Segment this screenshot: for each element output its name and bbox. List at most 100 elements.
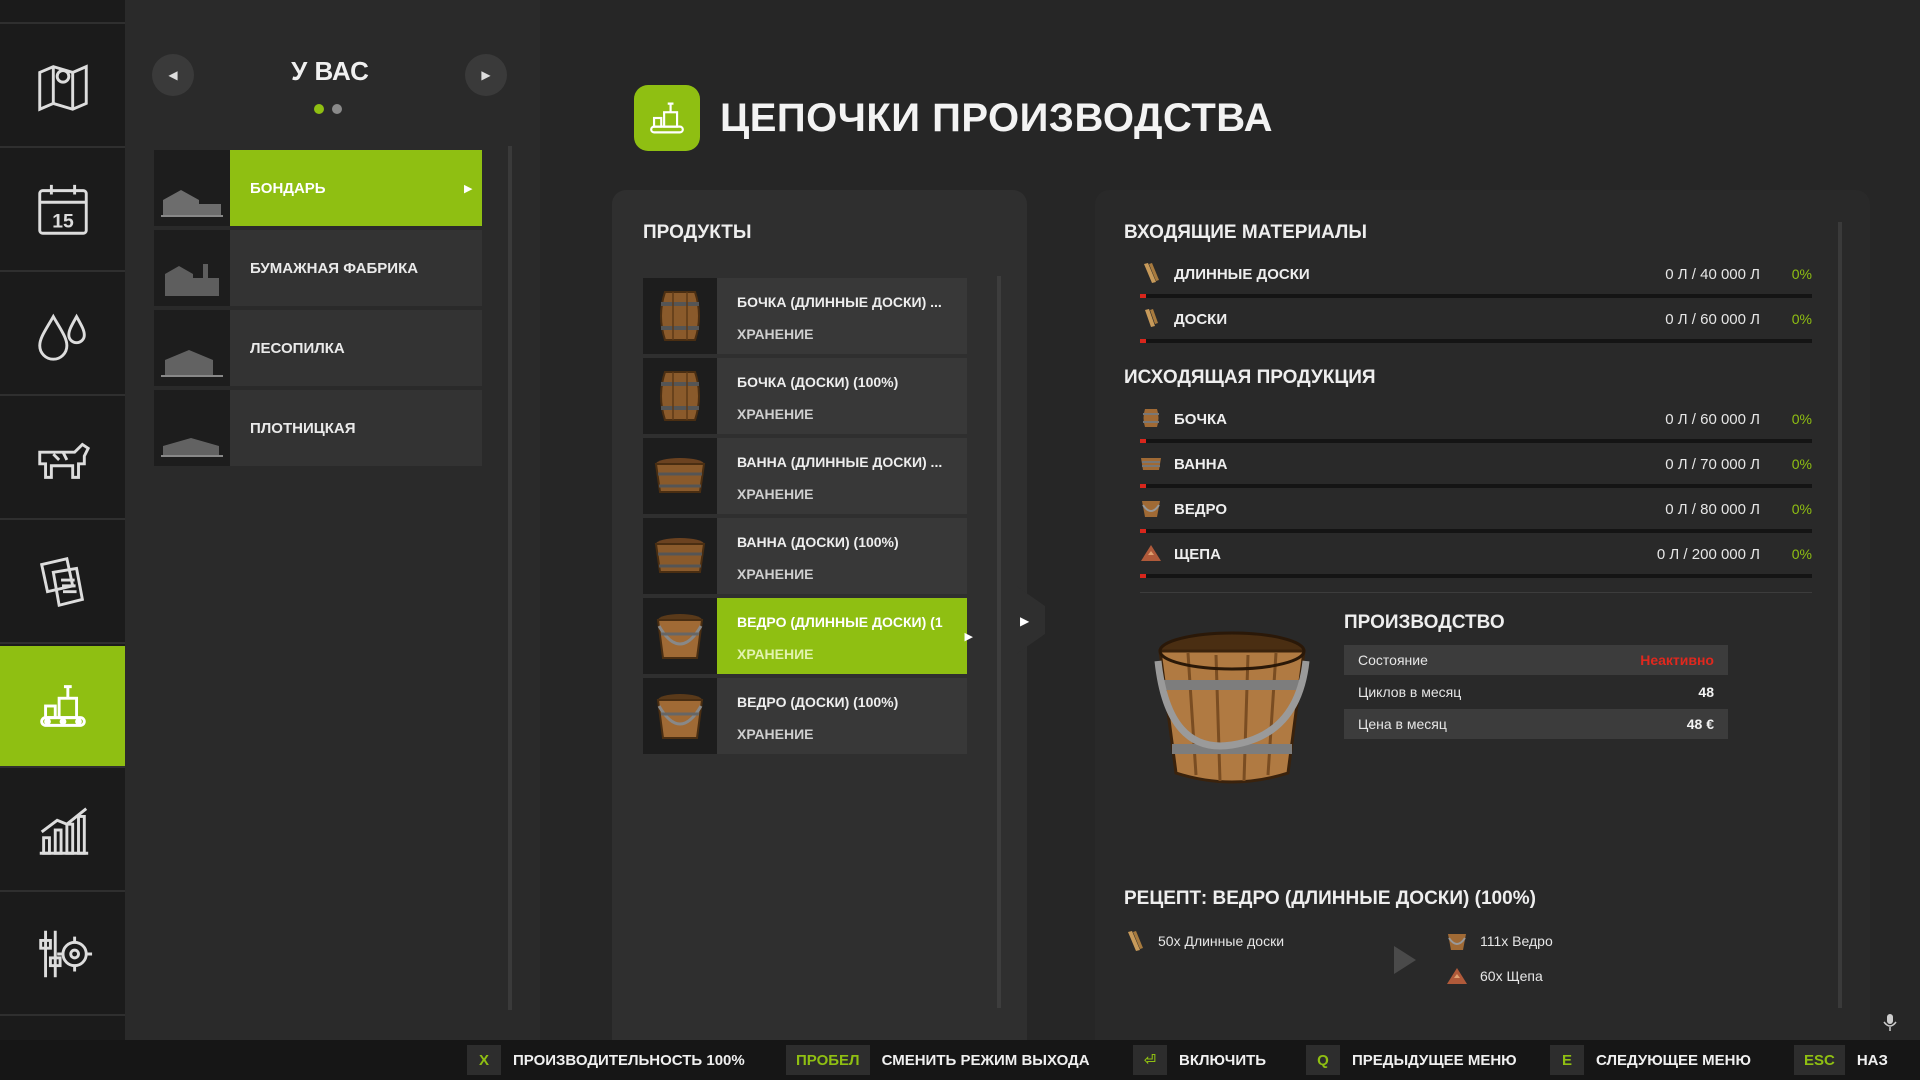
facility-label: ПЛОТНИЦКАЯ (250, 419, 356, 437)
page-dot-1[interactable] (314, 104, 324, 114)
woodchips-icon (1141, 545, 1161, 561)
production-title: ПРОИЗВОДСТВО (1344, 612, 1505, 633)
facility-label: БОНДАРЬ (250, 179, 326, 197)
rail-top-spacer (0, 0, 125, 24)
nav-weather[interactable] (0, 274, 125, 396)
action-back[interactable]: ESC НАЗ (1794, 1045, 1888, 1075)
product-thumbnail (643, 278, 717, 354)
output-products-title: ИСХОДЯЩАЯ ПРОДУКЦИЯ (1124, 367, 1376, 388)
products-scrollbar[interactable] (997, 276, 1001, 1008)
stat-value: Неактивно (1640, 652, 1714, 668)
barrel-icon (660, 371, 700, 421)
tub-icon (1141, 458, 1161, 470)
stat-label: Состояние (1358, 652, 1428, 668)
nav-animals[interactable] (0, 398, 125, 520)
planks-icon (1145, 309, 1158, 327)
production-icon (650, 102, 684, 134)
product-item[interactable]: БОЧКА (ДЛИННЫЕ ДОСКИ) ... ХРАНЕНИЕ (643, 278, 967, 354)
nav-production[interactable] (0, 646, 133, 768)
product-thumbnail (643, 358, 717, 434)
production-cycles-row: Циклов в месяц 48 (1344, 677, 1728, 707)
facility-item-paper-mill[interactable]: БУМАЖНАЯ ФАБРИКА (154, 230, 482, 306)
facility-thumbnail (154, 230, 230, 306)
details-scrollbar[interactable] (1838, 222, 1842, 1008)
product-status: ХРАНЕНИЕ (737, 326, 814, 342)
material-name: БОЧКА (1174, 411, 1227, 428)
facility-item-carpentry[interactable]: ПЛОТНИЦКАЯ (154, 390, 482, 466)
key-hint: ESC (1794, 1045, 1845, 1075)
product-item[interactable]: ВЕДРО (ДОСКИ) (100%) ХРАНЕНИЕ (643, 678, 967, 754)
product-name: ВАННА (ДОСКИ) (100%) (737, 534, 899, 550)
nav-calendar[interactable]: 15 (0, 150, 125, 272)
product-item[interactable]: ВАННА (ДОСКИ) (100%) ХРАНЕНИЕ (643, 518, 967, 594)
action-toggle-output-mode[interactable]: ПРОБЕЛ СМЕНИТЬ РЕЖИМ ВЫХОДА (786, 1045, 1090, 1075)
chevron-right-icon: ▶ (481, 68, 491, 82)
action-performance[interactable]: X ПРОИЗВОДИТЕЛЬНОСТЬ 100% (467, 1045, 745, 1075)
facility-item-cooper[interactable]: БОНДАРЬ ▶ (154, 150, 482, 226)
material-row: ЩЕПА 0 Л / 200 000 Л 0% (1140, 542, 1812, 582)
bucket-product-image (1154, 631, 1310, 784)
key-hint: E (1550, 1045, 1584, 1075)
recipe-input-text: 50x Длинные доски (1158, 933, 1285, 949)
facility-item-sawmill[interactable]: ЛЕСОПИЛКА (154, 310, 482, 386)
action-enable[interactable]: ⏎ ВКЛЮЧИТЬ (1133, 1045, 1266, 1075)
action-label: СМЕНИТЬ РЕЖИМ ВЫХОДА (881, 1051, 1090, 1069)
enter-key-icon: ⏎ (1133, 1045, 1167, 1075)
facility-label: ЛЕСОПИЛКА (250, 339, 345, 357)
settings-icon (38, 930, 92, 978)
material-amount: 0 Л / 70 000 Л (1665, 456, 1760, 473)
nav-contracts[interactable] (0, 522, 125, 644)
product-thumbnail (643, 438, 717, 514)
product-name: ВАННА (ДЛИННЫЕ ДОСКИ) ... (737, 454, 943, 470)
action-label: ВКЛЮЧИТЬ (1179, 1051, 1267, 1069)
products-title: ПРОДУКТЫ (643, 222, 752, 243)
microphone-icon (1883, 1014, 1897, 1031)
material-row: ДОСКИ 0 Л / 60 000 Л 0% (1140, 307, 1812, 347)
facility-thumbnail (154, 310, 230, 386)
map-icon (37, 64, 88, 112)
facilities-scrollbar[interactable] (508, 146, 512, 1010)
product-item[interactable]: ВЕДРО (ДЛИННЫЕ ДОСКИ) (1 ХРАНЕНИЕ ▶ (643, 598, 973, 674)
key-hint: ПРОБЕЛ (786, 1045, 870, 1075)
facilities-title: У ВАС (291, 56, 369, 86)
material-amount: 0 Л / 80 000 Л (1665, 501, 1760, 518)
material-percent: 0% (1791, 456, 1812, 472)
chevron-left-icon: ◀ (168, 68, 178, 82)
material-name: ВАННА (1174, 456, 1228, 473)
statistics-icon (39, 807, 88, 855)
building-icon (161, 190, 223, 217)
recipe-output: 111x Ведро (1446, 930, 1553, 952)
product-item[interactable]: БОЧКА (ДОСКИ) (100%) ХРАНЕНИЕ (643, 358, 967, 434)
facility-thumbnail (154, 150, 230, 226)
stat-label: Циклов в месяц (1358, 684, 1462, 700)
product-name: БОЧКА (ДОСКИ) (100%) (737, 374, 899, 390)
material-fill-bar (1140, 339, 1812, 343)
long-planks-icon (1144, 263, 1159, 283)
action-next-menu[interactable]: E СЛЕДУЮЩЕЕ МЕНЮ (1550, 1045, 1751, 1075)
recipe-output-text: 60x Щепа (1480, 968, 1543, 984)
recipe-output-text: 111x Ведро (1480, 933, 1553, 949)
page-dot-2[interactable] (332, 104, 342, 114)
production-status-row: Состояние Неактивно (1344, 645, 1728, 675)
facilities-next-button[interactable]: ▶ (465, 54, 507, 96)
action-previous-menu[interactable]: Q ПРЕДЫДУЩЕЕ МЕНЮ (1306, 1045, 1517, 1075)
material-fill-bar (1140, 294, 1812, 298)
page-dots (314, 104, 342, 114)
nav-settings[interactable] (0, 894, 125, 1016)
nav-statistics[interactable] (0, 770, 125, 892)
product-status: ХРАНЕНИЕ (737, 726, 814, 742)
stat-value: 48 (1698, 684, 1714, 700)
nav-map[interactable] (0, 26, 125, 148)
action-label: НАЗ (1856, 1051, 1888, 1069)
material-fill-bar (1140, 439, 1812, 443)
facilities-prev-button[interactable]: ◀ (152, 54, 194, 96)
product-name: ВЕДРО (ДОСКИ) (100%) (737, 694, 899, 710)
svg-text:15: 15 (52, 210, 74, 232)
woodchips-icon (1447, 968, 1467, 984)
product-item[interactable]: ВАННА (ДЛИННЫЕ ДОСКИ) ... ХРАНЕНИЕ (643, 438, 967, 514)
main-nav-rail: 15 (0, 0, 133, 1040)
material-amount: 0 Л / 200 000 Л (1656, 546, 1760, 563)
product-thumbnail (643, 678, 717, 754)
product-thumbnail (643, 518, 717, 594)
material-name: ДОСКИ (1174, 311, 1228, 328)
